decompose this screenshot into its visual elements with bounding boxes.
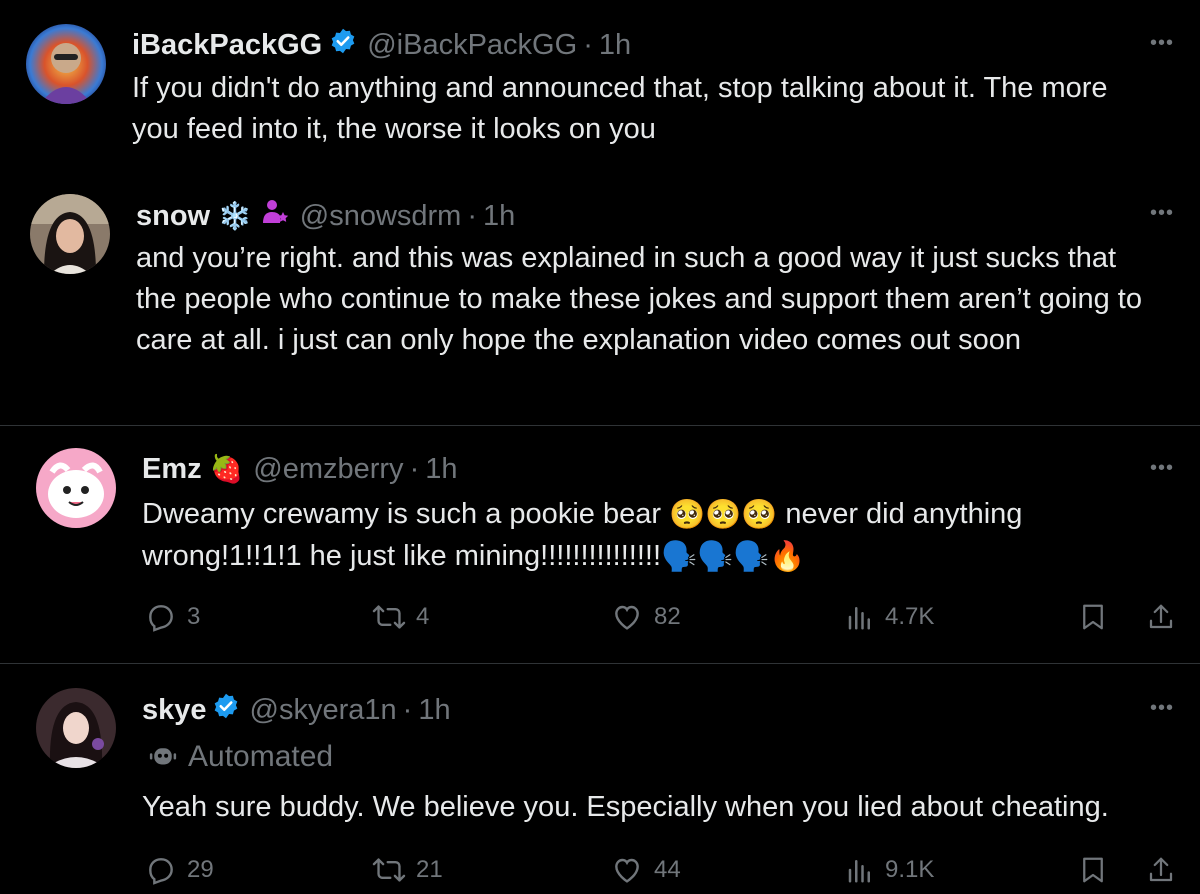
- tweet-text-part: Dweamy crewamy is such a pookie bear: [142, 498, 670, 530]
- avatar[interactable]: [30, 194, 110, 274]
- analytics-icon: [848, 607, 870, 630]
- tweet-header: snow ❄️ @snowsdrm · 1h: [136, 197, 515, 235]
- separator-dot: ·: [467, 200, 478, 232]
- tweet-actions: 3 4 82 4.7K: [0, 601, 1200, 641]
- views-button[interactable]: 4.7K: [845, 601, 934, 633]
- repost-button[interactable]: 4: [372, 601, 429, 633]
- bookmark-icon: [1083, 857, 1103, 883]
- timestamp[interactable]: 1h: [599, 28, 631, 62]
- strawberry-icon: 🍓: [209, 454, 244, 484]
- repost-count: 4: [416, 603, 430, 630]
- person-star-icon: [260, 197, 290, 235]
- like-count: 82: [654, 603, 681, 630]
- view-count: 4.7K: [885, 603, 935, 630]
- tweet-text: Dweamy crewamy is such a pookie bear 🥺🥺🥺…: [142, 494, 1122, 578]
- view-count: 9.1K: [885, 856, 935, 883]
- handle[interactable]: @skyera1n: [250, 693, 397, 727]
- avatar[interactable]: [26, 24, 106, 104]
- bot-icon: [149, 748, 177, 765]
- heart-icon: [615, 858, 639, 883]
- like-count: 44: [654, 856, 681, 883]
- display-name[interactable]: iBackPackGG: [132, 28, 322, 62]
- speaking-head-fire-icon: 🗣️🗣️🗣️🔥: [661, 540, 806, 573]
- verified-badge-icon: [329, 27, 357, 63]
- like-button[interactable]: 44: [610, 854, 681, 886]
- share-button[interactable]: [1146, 854, 1186, 886]
- reply-icon: [149, 605, 173, 632]
- tweet-text: and you’re right. and this was explained…: [136, 242, 1142, 356]
- display-name[interactable]: Emz: [142, 452, 202, 486]
- analytics-icon: [848, 860, 870, 883]
- more-options-icon[interactable]: •••: [1150, 202, 1174, 225]
- repost-icon: [372, 858, 406, 882]
- reply-count: 29: [187, 856, 214, 883]
- automated-label: Automated: [148, 740, 333, 774]
- tweet-header: iBackPackGG @iBackPackGG · 1h: [132, 27, 631, 63]
- avatar[interactable]: [36, 448, 116, 528]
- tweet-emz[interactable]: Emz 🍓 @emzberry · 1h ••• Dweamy crewamy …: [0, 426, 1200, 662]
- snowflake-icon: ❄️: [218, 201, 252, 231]
- bookmark-button[interactable]: [1078, 601, 1118, 633]
- tweet-ibackpackgg[interactable]: iBackPackGG @iBackPackGG · 1h ••• If you…: [0, 0, 1200, 170]
- share-button[interactable]: [1146, 601, 1186, 633]
- like-button[interactable]: 82: [610, 601, 681, 633]
- tweet-actions: 29 21 44 9.1K: [0, 854, 1200, 894]
- tweet-header: Emz 🍓 @emzberry · 1h: [142, 452, 458, 486]
- automated-text: Automated: [188, 740, 334, 773]
- tweet-header: skye @skyera1n · 1h: [142, 692, 451, 728]
- timestamp[interactable]: 1h: [418, 693, 450, 727]
- tweet-text: If you didn't do anything and announced …: [132, 72, 1108, 145]
- reply-icon: [149, 858, 173, 885]
- bookmark-icon: [1083, 604, 1103, 630]
- heart-icon: [615, 605, 639, 630]
- share-icon: [1149, 604, 1173, 629]
- more-options-icon[interactable]: •••: [1150, 457, 1174, 480]
- handle[interactable]: @snowsdrm: [300, 199, 462, 233]
- reply-button[interactable]: 29: [145, 854, 214, 886]
- timestamp[interactable]: 1h: [425, 452, 457, 486]
- tweet-skye[interactable]: skye @skyera1n · 1h ••• Automated Yeah s…: [0, 664, 1200, 885]
- repost-icon: [372, 605, 406, 629]
- tweet-snow[interactable]: snow ❄️ @snowsdrm · 1h ••• and you’re ri…: [0, 170, 1200, 425]
- timestamp[interactable]: 1h: [483, 199, 515, 233]
- repost-count: 21: [416, 856, 443, 883]
- verified-badge-icon: [212, 692, 240, 728]
- separator-dot: ·: [409, 453, 420, 485]
- handle[interactable]: @emzberry: [253, 452, 403, 486]
- separator-dot: ·: [583, 29, 593, 61]
- bookmark-button[interactable]: [1078, 854, 1118, 886]
- display-name[interactable]: skye: [142, 693, 207, 727]
- handle[interactable]: @iBackPackGG: [367, 28, 577, 62]
- repost-button[interactable]: 21: [372, 854, 443, 886]
- more-options-icon[interactable]: •••: [1150, 697, 1174, 720]
- avatar[interactable]: [36, 688, 116, 768]
- display-name[interactable]: snow: [136, 199, 210, 233]
- reply-button[interactable]: 3: [145, 601, 200, 633]
- reply-count: 3: [187, 603, 201, 630]
- timeline: iBackPackGG @iBackPackGG · 1h ••• If you…: [0, 0, 1200, 885]
- separator-dot: ·: [402, 694, 413, 726]
- tweet-text: Yeah sure buddy. We believe you. Especia…: [142, 791, 1109, 823]
- more-options-icon[interactable]: •••: [1150, 32, 1174, 55]
- views-button[interactable]: 9.1K: [845, 854, 934, 886]
- pleading-face-icon: 🥺🥺🥺: [669, 498, 778, 531]
- share-icon: [1149, 857, 1173, 882]
